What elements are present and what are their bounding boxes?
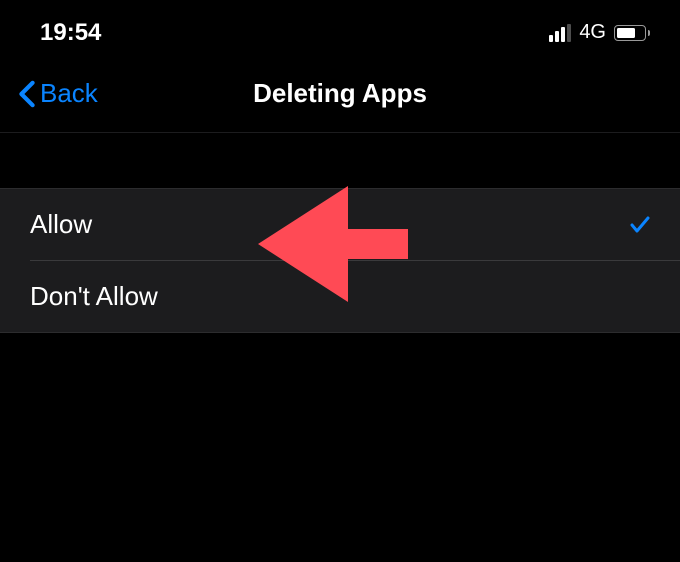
status-bar: 19:54 4G bbox=[0, 0, 680, 65]
signal-icon bbox=[549, 24, 571, 42]
clock-time: 19:54 bbox=[40, 19, 101, 47]
options-list: Allow Don't Allow bbox=[0, 188, 680, 333]
option-allow[interactable]: Allow bbox=[30, 189, 680, 261]
option-label: Don't Allow bbox=[30, 281, 158, 312]
checkmark-icon bbox=[628, 213, 652, 237]
option-label: Allow bbox=[30, 209, 92, 240]
chevron-left-icon bbox=[18, 80, 36, 108]
page-title: Deleting Apps bbox=[253, 78, 427, 109]
section-spacer bbox=[0, 133, 680, 188]
nav-bar: Back Deleting Apps bbox=[0, 65, 680, 133]
status-right: 4G bbox=[549, 21, 650, 44]
option-dont-allow[interactable]: Don't Allow bbox=[0, 261, 680, 332]
network-label: 4G bbox=[579, 21, 606, 44]
battery-icon bbox=[614, 25, 650, 41]
back-label: Back bbox=[40, 78, 98, 109]
back-button[interactable]: Back bbox=[18, 78, 98, 109]
